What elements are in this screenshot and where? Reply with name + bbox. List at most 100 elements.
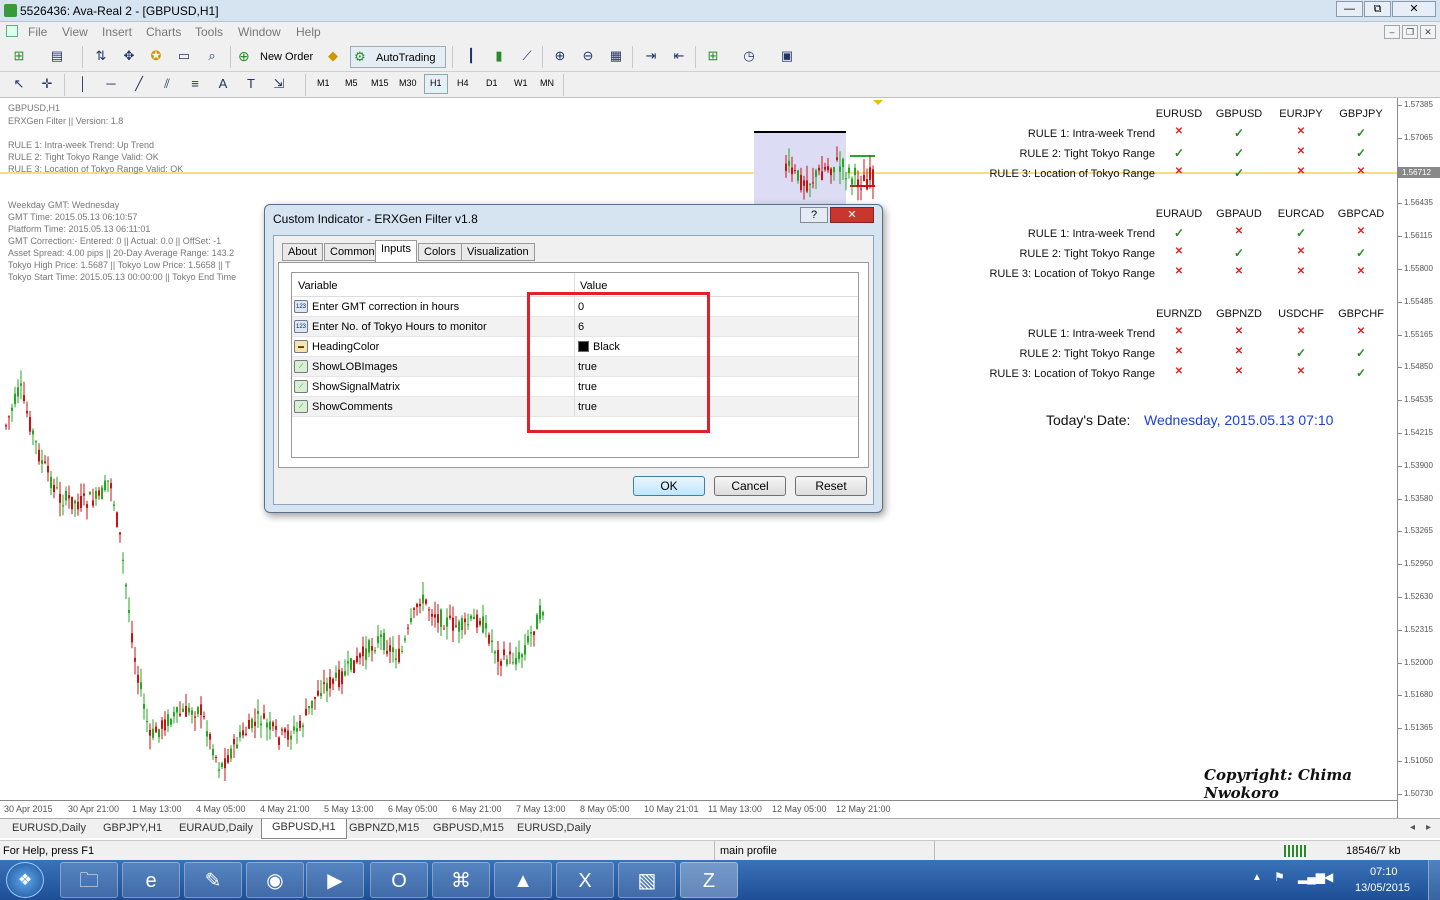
timeframe-m1[interactable]: M1 — [317, 78, 330, 88]
text-icon[interactable]: A — [212, 74, 234, 94]
tab-visualization[interactable]: Visualization — [461, 243, 535, 261]
mdi-close-button[interactable]: ✕ — [1420, 25, 1436, 39]
clock-time[interactable]: 07:10 — [1370, 866, 1398, 878]
chart-tab-gbpnzd-m15[interactable]: GBPNZD,M15 — [349, 822, 419, 834]
line-chart-icon[interactable]: ⟋ — [516, 46, 538, 66]
market-watch-icon[interactable]: ⇅ — [90, 46, 112, 66]
help-button[interactable]: ? — [800, 207, 828, 223]
start-button-icon[interactable]: ❖ — [6, 862, 44, 898]
tray-flag-icon[interactable]: ⚑ — [1274, 870, 1285, 884]
timeframe-w1[interactable]: W1 — [514, 78, 528, 88]
chart-tab-gbpjpy-h1[interactable]: GBPJPY,H1 — [103, 822, 162, 834]
time-axis[interactable]: 30 Apr 2015 30 Apr 21:00 1 May 13:00 4 May … — [0, 800, 1397, 818]
metatrader-taskbar-icon[interactable]: ▲ — [494, 862, 552, 898]
chart-tab-eurusd-daily-2[interactable]: EURUSD,Daily — [517, 822, 591, 834]
timeframe-d1[interactable]: D1 — [486, 78, 498, 88]
column-value[interactable]: Value — [580, 280, 607, 292]
timeframe-h4[interactable]: H4 — [457, 78, 469, 88]
horizontal-line-icon[interactable]: ─ — [100, 74, 122, 94]
text-label-icon[interactable]: T — [240, 74, 262, 94]
ok-button[interactable]: OK — [633, 476, 705, 496]
autotrading-button[interactable]: ⚙ AutoTrading — [350, 46, 446, 68]
menu-window[interactable]: Window — [238, 25, 281, 39]
tile-windows-icon[interactable]: ▦ — [605, 46, 627, 66]
timeframe-mn[interactable]: MN — [540, 78, 554, 88]
tab-scroll-left-icon[interactable]: ◂ — [1410, 822, 1415, 833]
reset-button[interactable]: Reset — [795, 476, 867, 496]
dialog-close-button[interactable]: ✕ — [830, 207, 874, 223]
price-scale[interactable]: 1.573851.570651.567451.564351.561151.558… — [1397, 98, 1440, 818]
periods-icon[interactable]: ◷ — [738, 46, 760, 66]
bar-chart-icon[interactable]: ┃ — [460, 46, 482, 66]
zap-taskbar-icon[interactable]: Z — [680, 862, 738, 898]
strategy-tester-icon[interactable]: ⌕ — [201, 46, 223, 66]
tab-about[interactable]: About — [282, 243, 323, 261]
outlook-taskbar-icon[interactable]: O — [370, 862, 428, 898]
mdi-minimize-button[interactable]: – — [1384, 25, 1400, 39]
trendline-icon[interactable]: ╱ — [128, 74, 150, 94]
metaeditor-icon[interactable]: ◆ — [322, 46, 344, 66]
vertical-line-icon[interactable]: │ — [72, 74, 94, 94]
acrobat-taskbar-icon[interactable]: ⌘ — [432, 862, 490, 898]
menu-tools[interactable]: Tools — [195, 25, 223, 39]
price-label: 1.55485 — [1404, 296, 1433, 306]
menu-insert[interactable]: Insert — [102, 25, 132, 39]
mdi-restore-button[interactable]: ❐ — [1402, 25, 1418, 39]
close-button[interactable]: ✕ — [1392, 1, 1436, 17]
navigator-icon[interactable]: ✪ — [145, 46, 167, 66]
explorer-taskbar-icon[interactable]: 🗀 — [60, 862, 118, 898]
data-window-icon[interactable]: ✥ — [118, 46, 140, 66]
auto-scroll-icon[interactable]: ⇥ — [640, 46, 662, 66]
zoom-out-icon[interactable]: ⊖ — [577, 46, 599, 66]
candle-body — [413, 608, 415, 610]
new-chart-icon[interactable]: ⊞ — [8, 46, 30, 66]
arrows-icon[interactable]: ⇲ — [268, 74, 290, 94]
minimize-button[interactable]: — — [1336, 1, 1363, 17]
network-icon[interactable]: ▂▄▆ — [1298, 870, 1325, 884]
tab-scroll-right-icon[interactable]: ▸ — [1426, 822, 1431, 833]
chrome-taskbar-icon[interactable]: ◉ — [246, 862, 304, 898]
pdf-tool-taskbar-icon[interactable]: ▧ — [618, 862, 676, 898]
paint-taskbar-icon[interactable]: ✎ — [184, 862, 242, 898]
tab-colors[interactable]: Colors — [418, 243, 462, 261]
candle-body — [104, 480, 106, 491]
timeframe-m30[interactable]: M30 — [399, 78, 417, 88]
internet-explorer-taskbar-icon[interactable]: e — [122, 862, 180, 898]
menu-help[interactable]: Help — [296, 25, 321, 39]
candlestick-icon[interactable]: ▮ — [488, 46, 510, 66]
media-player-taskbar-icon[interactable]: ▶ — [306, 862, 364, 898]
volume-icon[interactable]: ◀ — [1324, 870, 1333, 884]
timeframe-m15[interactable]: M15 — [371, 78, 389, 88]
profiles-icon[interactable]: ▤ — [46, 46, 68, 66]
templates-icon[interactable]: ▣ — [776, 46, 798, 66]
menu-file[interactable]: File — [28, 25, 47, 39]
menu-view[interactable]: View — [62, 25, 88, 39]
clock-date[interactable]: 13/05/2015 — [1355, 882, 1410, 894]
tab-common[interactable]: Common — [324, 243, 381, 261]
chart-tab-gbpusd-m15[interactable]: GBPUSD,M15 — [433, 822, 504, 834]
crosshair-icon[interactable]: ✛ — [36, 74, 58, 94]
tray-expand-icon[interactable]: ▲ — [1252, 872, 1262, 883]
excel-taskbar-icon[interactable]: X — [556, 862, 614, 898]
timeframe-h1[interactable]: H1 — [430, 78, 442, 88]
chart-shift-icon[interactable]: ⇤ — [668, 46, 690, 66]
tab-inputs[interactable]: Inputs — [375, 240, 417, 262]
column-variable[interactable]: Variable — [298, 280, 338, 292]
fibonacci-icon[interactable]: ≡ — [184, 74, 206, 94]
candle-body — [506, 659, 508, 665]
equidistant-channel-icon[interactable]: ⫽ — [156, 74, 178, 94]
menu-charts[interactable]: Charts — [146, 25, 181, 39]
chart-tab-gbpusd-h1[interactable]: GBPUSD,H1 — [261, 819, 347, 839]
chart-tab-eurusd-daily[interactable]: EURUSD,Daily — [12, 822, 86, 834]
cancel-button[interactable]: Cancel — [714, 476, 786, 496]
cursor-icon[interactable]: ↖ — [8, 74, 30, 94]
terminal-icon[interactable]: ▭ — [173, 46, 195, 66]
show-desktop-button[interactable] — [1428, 860, 1440, 900]
indicators-icon[interactable]: ⊞ — [702, 46, 724, 66]
connection-status-icon[interactable] — [1284, 845, 1308, 857]
new-order-button[interactable]: ⊕ New Order — [236, 46, 320, 68]
zoom-in-icon[interactable]: ⊕ — [549, 46, 571, 66]
timeframe-m5[interactable]: M5 — [345, 78, 358, 88]
maximize-button[interactable]: ⧉ — [1364, 1, 1391, 17]
chart-tab-euraud-daily[interactable]: EURAUD,Daily — [179, 822, 253, 834]
